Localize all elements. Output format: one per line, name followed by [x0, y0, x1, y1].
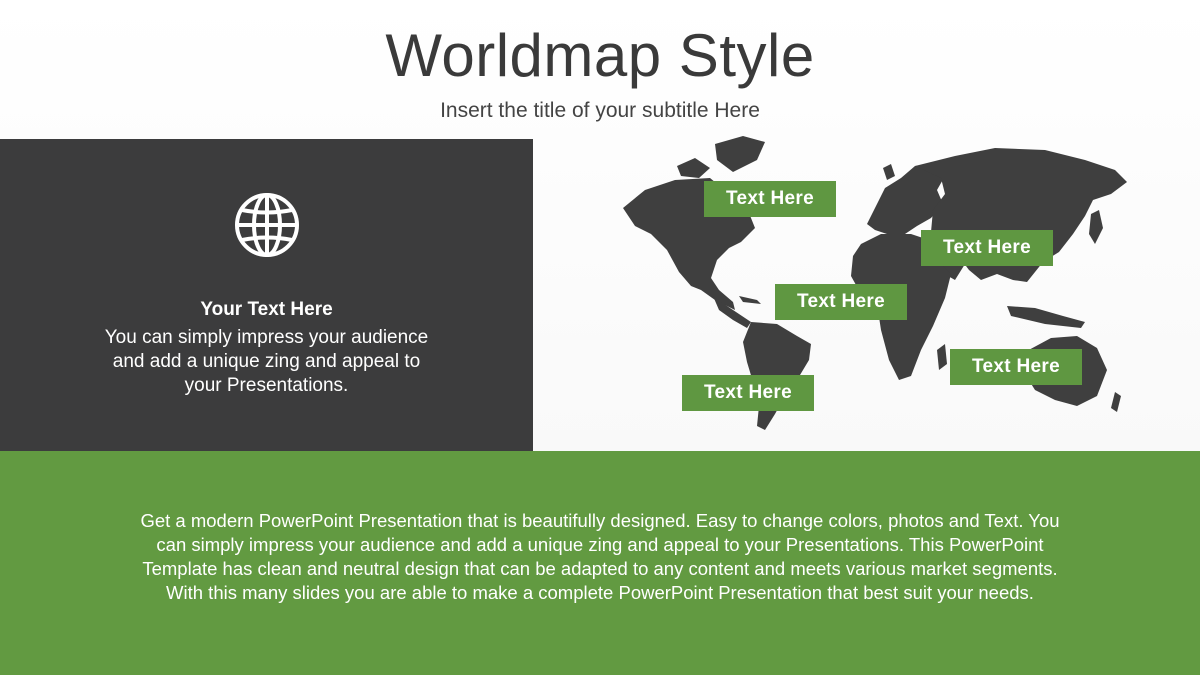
- panel-heading: Your Text Here: [200, 299, 333, 320]
- uk-shape: [883, 164, 895, 180]
- indonesia-shape: [1007, 306, 1085, 328]
- map-label-oceania: Text Here: [950, 349, 1082, 385]
- greenland-shape: [715, 136, 765, 172]
- madagascar-shape: [937, 344, 947, 370]
- new-zealand-shape: [1111, 392, 1121, 412]
- map-label-asia: Text Here: [921, 230, 1053, 266]
- dark-info-panel: [0, 139, 533, 451]
- slide-subtitle: Insert the title of your subtitle Here: [440, 99, 760, 122]
- map-label-south-america: Text Here: [682, 375, 814, 411]
- map-label-north-america: Text Here: [704, 181, 836, 217]
- map-label-africa: Text Here: [775, 284, 907, 320]
- panel-body-text: You can simply impress your audience and…: [104, 327, 429, 396]
- arctic-islands-shape: [677, 158, 710, 178]
- footer-body-text: Get a modern PowerPoint Presentation tha…: [140, 510, 1060, 603]
- slide-title: Worldmap Style: [385, 22, 815, 89]
- globe-icon: [235, 193, 299, 257]
- japan-shape: [1089, 210, 1103, 244]
- caribbean-islands-shape: [739, 296, 761, 304]
